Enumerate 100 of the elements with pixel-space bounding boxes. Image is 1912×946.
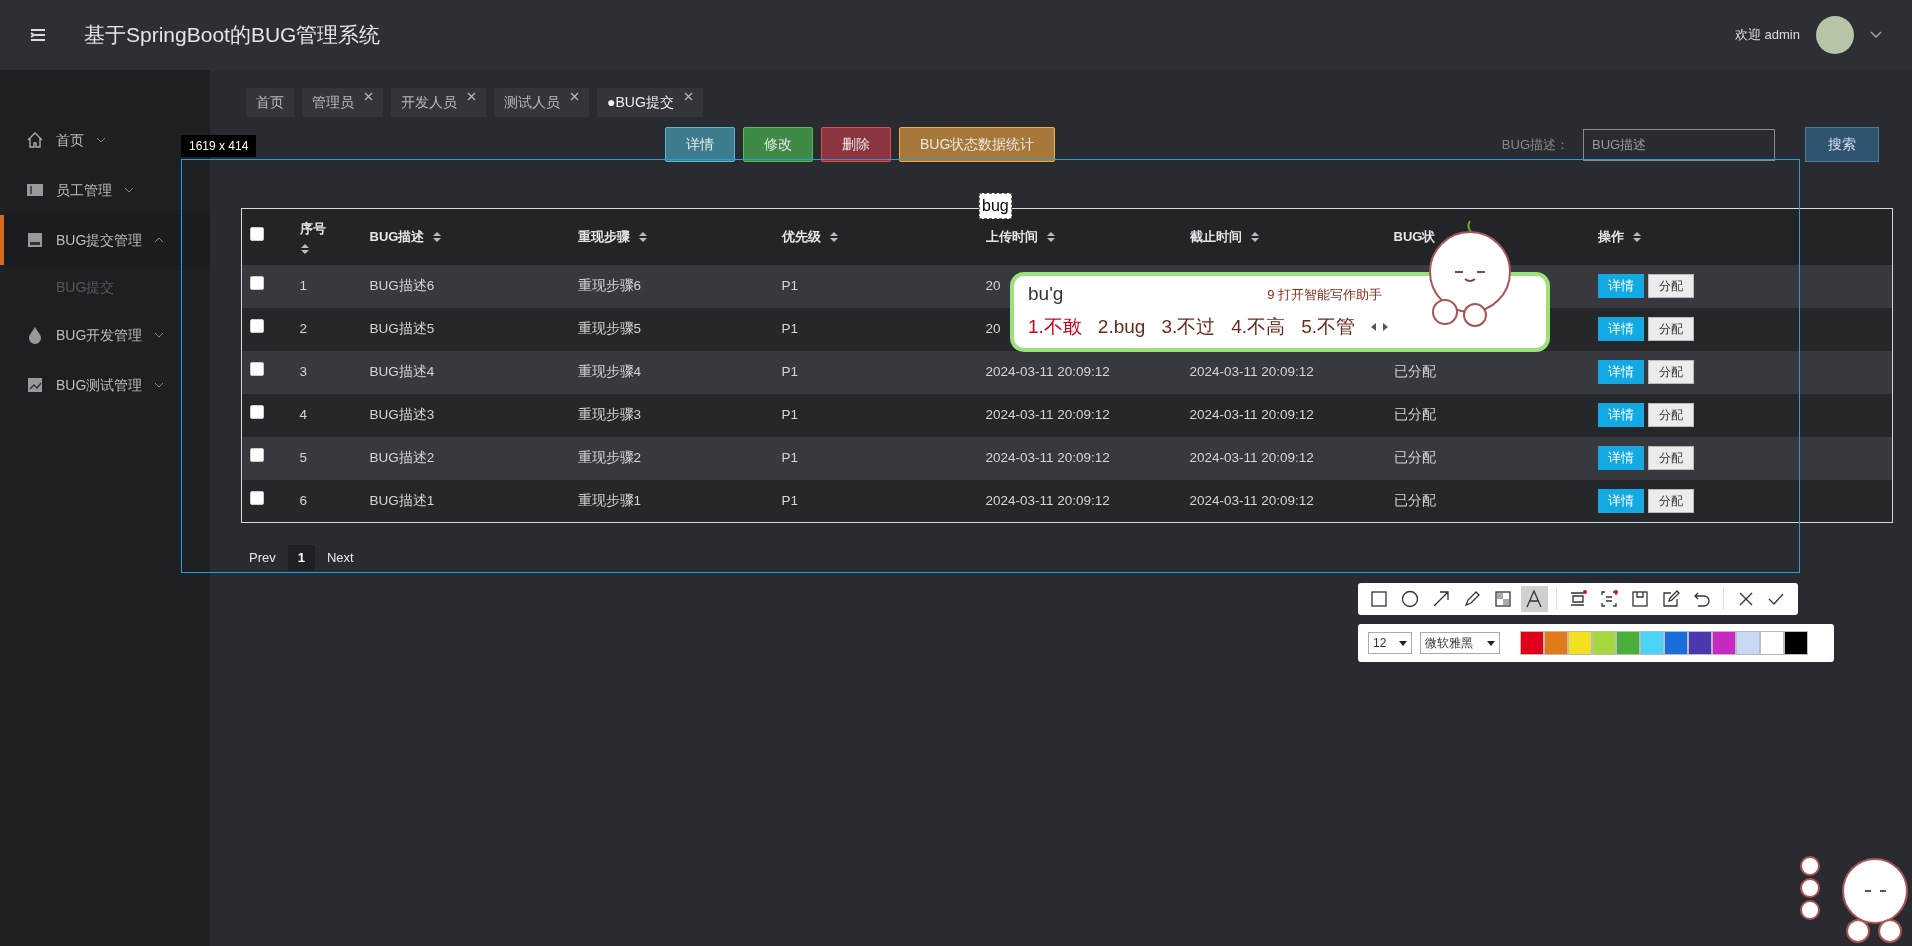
color-swatch[interactable]	[1640, 631, 1664, 655]
circle-icon	[1400, 589, 1421, 609]
scan-text-icon	[1598, 589, 1619, 609]
action-button[interactable]: 修改	[743, 127, 813, 162]
sort-icon[interactable]	[299, 242, 310, 255]
color-swatch[interactable]	[1712, 631, 1736, 655]
row-checkbox[interactable]	[250, 404, 264, 419]
row-checkbox[interactable]	[250, 318, 264, 333]
search-field[interactable]: BUG描述	[1583, 128, 1775, 161]
close-icon[interactable]	[683, 92, 693, 101]
select-all-checkbox[interactable]	[250, 227, 264, 241]
row-checkbox[interactable]	[250, 361, 264, 376]
color-swatch[interactable]	[1784, 631, 1808, 655]
page-tab[interactable]: 测试人员	[494, 88, 589, 117]
caret-icon	[1487, 640, 1495, 646]
sort-icon[interactable]	[432, 230, 443, 243]
table-cell: P1	[781, 320, 798, 336]
close-icon[interactable]	[364, 92, 373, 101]
table-cell: 20	[985, 277, 1001, 293]
user-avatar[interactable]	[1816, 16, 1854, 54]
chevron-down-icon	[96, 137, 106, 143]
close-icon[interactable]	[570, 92, 579, 101]
color-swatch[interactable]	[1616, 631, 1640, 655]
font-dropdown[interactable]: 微软雅黑	[1420, 632, 1500, 654]
table-cell: 已分配	[1393, 449, 1436, 465]
ime-candidate[interactable]: 1.不敢	[1028, 312, 1082, 341]
ime-candidate[interactable]: 2.bug	[1097, 312, 1146, 341]
color-swatch[interactable]	[1544, 631, 1568, 655]
table-cell: BUG描述3	[369, 406, 435, 422]
table-cell: 2024-03-11 20:09:12	[985, 492, 1110, 508]
page-tab[interactable]: ●BUG提交	[597, 88, 703, 117]
sidebar-item[interactable]: 首页	[0, 115, 118, 165]
tool-button[interactable]	[1520, 586, 1548, 612]
table-cell: 2024-03-11 20:09:12	[1189, 363, 1314, 379]
prev-link[interactable]: Prev	[241, 545, 284, 571]
row-checkbox[interactable]	[250, 275, 264, 290]
ime-candidate[interactable]: 3.不过	[1161, 312, 1216, 341]
color-swatch[interactable]	[1664, 631, 1688, 655]
assign-button[interactable]: 分配	[1647, 488, 1694, 513]
row-checkbox[interactable]	[250, 490, 264, 505]
caret-icon	[1399, 640, 1407, 646]
search-button[interactable]: 搜索	[1805, 127, 1879, 162]
font-size-dropdown[interactable]: 12	[1368, 632, 1412, 654]
sidebar-item[interactable]: BUG提交管理	[0, 215, 210, 265]
row-checkbox[interactable]	[250, 447, 264, 462]
page-number[interactable]: 1	[287, 545, 315, 571]
assign-button[interactable]: 分配	[1647, 403, 1694, 427]
color-swatch[interactable]	[1520, 631, 1544, 655]
color-swatch[interactable]	[1688, 631, 1712, 655]
column-header: 截止时间	[1189, 228, 1242, 246]
app-title: 基于SpringBoot的BUG管理系统	[84, 22, 381, 49]
sidebar-label: BUG测试管理	[56, 375, 143, 395]
column-header: BUG描述	[369, 228, 425, 246]
sidebar-item[interactable]: BUG开发管理	[0, 310, 177, 360]
chevron-up-icon	[154, 237, 165, 243]
page-tab[interactable]: 管理员	[302, 88, 383, 117]
sort-icon[interactable]	[828, 230, 839, 243]
assistant-link[interactable]: 9 打开智能写作助手	[1267, 284, 1382, 304]
assign-button[interactable]: 分配	[1647, 360, 1694, 384]
assign-button[interactable]: 分配	[1647, 317, 1694, 341]
page-arrows-icon[interactable]	[1371, 321, 1389, 332]
action-button[interactable]: 详情	[665, 127, 735, 162]
chevron-down-icon[interactable]	[1870, 31, 1882, 39]
table-cell: P1	[781, 277, 798, 293]
color-swatch[interactable]	[1760, 631, 1784, 655]
color-swatch[interactable]	[1592, 631, 1616, 655]
assign-button[interactable]: 分配	[1647, 446, 1694, 470]
welcome-text: 欢迎 admin	[1734, 26, 1800, 45]
text-input[interactable]: bug	[979, 193, 1012, 219]
arrow-icon	[1431, 589, 1452, 609]
column-header: BUG状	[1393, 228, 1436, 246]
chevron-down-icon	[154, 382, 165, 388]
next-link[interactable]: Next	[318, 545, 362, 571]
sidebar-item[interactable]: BUG测试管理	[0, 360, 177, 410]
ime-candidate[interactable]: 5.不管	[1301, 312, 1355, 341]
page-tab[interactable]: 首页	[246, 88, 294, 117]
menu-icon[interactable]	[30, 28, 46, 42]
table-cell: P1	[781, 492, 798, 508]
sidebar-item[interactable]: 员工管理	[0, 165, 146, 215]
table-cell: 2024-03-11 20:09:12	[1189, 492, 1314, 508]
ime-candidate[interactable]: 4.不高	[1231, 312, 1286, 341]
ime-composition: bu'g	[1028, 282, 1064, 306]
sidebar-label: 首页	[56, 130, 84, 150]
mosaic-icon	[1493, 589, 1514, 609]
dropdown-value: 12	[1373, 635, 1387, 652]
column-header: 操作	[1597, 228, 1624, 246]
table-cell: 重现步骤5	[577, 320, 641, 336]
sort-icon[interactable]	[1631, 230, 1642, 243]
color-swatch[interactable]	[1736, 631, 1760, 655]
close-icon[interactable]	[467, 92, 476, 101]
sort-icon[interactable]	[637, 230, 648, 243]
action-button[interactable]: 删除	[821, 127, 891, 162]
table-cell: P1	[781, 449, 798, 465]
sort-icon[interactable]	[1249, 230, 1260, 243]
color-swatch[interactable]	[1568, 631, 1592, 655]
sidebar-label: BUG提交管理	[56, 230, 143, 250]
page-tab[interactable]: 开发人员	[391, 88, 486, 117]
sort-icon[interactable]	[1045, 230, 1056, 243]
table-cell: 重现步骤4	[577, 363, 641, 379]
assign-button[interactable]: 分配	[1647, 274, 1694, 298]
